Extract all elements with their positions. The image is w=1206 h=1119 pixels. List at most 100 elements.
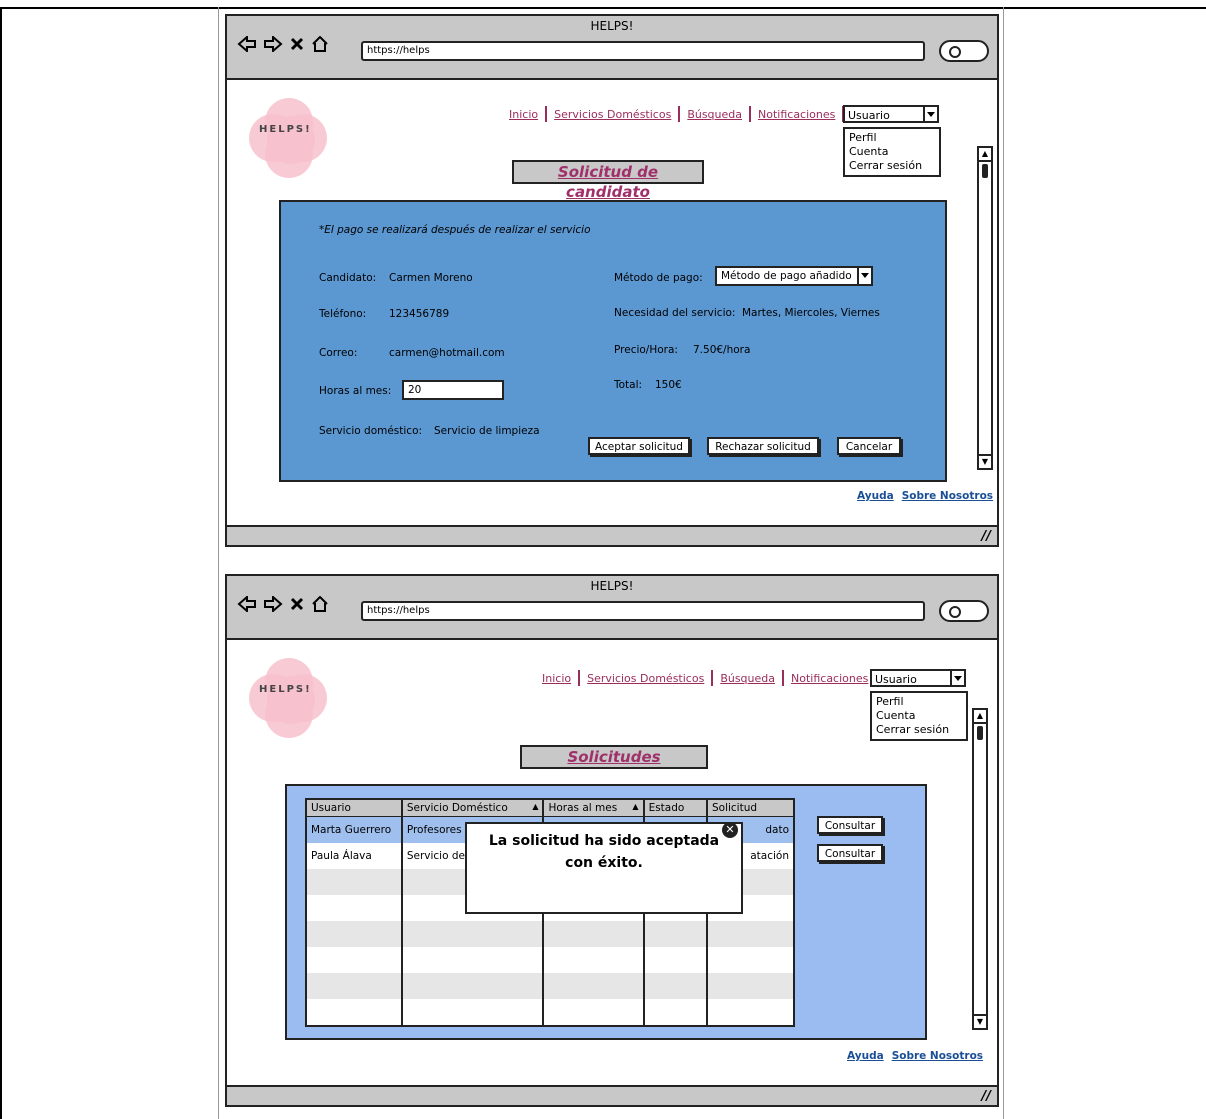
column-servicio[interactable]: Servicio Doméstico ▲ (400, 798, 544, 817)
logo-text: HELPS! (259, 684, 312, 695)
title-bar: HELPS! https://helps (227, 576, 997, 640)
table-row[interactable] (305, 999, 794, 1026)
need-label: Necesidad del servicio: (614, 307, 736, 319)
menu-item-perfil[interactable]: Perfil (849, 131, 935, 145)
helps-logo: HELPS! (249, 98, 335, 184)
popup-message: La solicitud ha sido aceptada con éxito. (488, 833, 720, 871)
phone-label: Teléfono: (319, 308, 367, 320)
scroll-up-icon[interactable]: ▲ (974, 710, 986, 724)
nav-inicio[interactable]: Inicio (509, 108, 538, 121)
table-row[interactable] (305, 973, 794, 999)
hours-label: Horas al mes: (319, 385, 392, 397)
footer-links: Ayuda Sobre Nosotros (839, 1050, 983, 1062)
consult-button-row2[interactable]: Consultar (817, 844, 883, 862)
scroll-thumb[interactable] (982, 164, 988, 178)
frame-mid-line-right (1003, 7, 1004, 1119)
logo-text: HELPS! (259, 124, 312, 135)
close-icon[interactable]: ✕ (722, 822, 738, 838)
frame-mid-line (218, 7, 219, 1119)
chevron-down-icon (857, 268, 871, 284)
stop-icon[interactable] (289, 36, 305, 52)
help-link[interactable]: Ayuda (857, 490, 894, 502)
candidate-panel: *El pago se realizará después de realiza… (279, 200, 947, 482)
helps-logo: HELPS! (249, 658, 335, 744)
nav-icons (237, 596, 329, 612)
column-solicitud[interactable]: Solicitud (705, 798, 795, 817)
candidate-label: Candidato: (319, 272, 377, 284)
user-dropdown[interactable]: Usuario (843, 105, 939, 123)
nav-icons (237, 36, 329, 52)
column-usuario[interactable]: Usuario (305, 798, 403, 817)
page-scrollbar[interactable]: ▲ ▼ (972, 708, 988, 1030)
browser-window-requests: HELPS! https://helps HELPS! Inicio Servi… (225, 574, 999, 1107)
frame-top-line (0, 7, 1206, 9)
user-dropdown[interactable]: Usuario (870, 669, 966, 687)
nav-servicios-domesticos[interactable]: Servicios Domésticos (587, 672, 704, 685)
page-scrollbar[interactable]: ▲ ▼ (977, 146, 993, 470)
scroll-down-icon[interactable]: ▼ (974, 1014, 986, 1028)
menu-item-perfil[interactable]: Perfil (876, 695, 962, 709)
nav-busqueda[interactable]: Búsqueda (720, 672, 775, 685)
menu-item-cuenta[interactable]: Cuenta (876, 709, 962, 723)
scroll-thumb[interactable] (977, 726, 983, 740)
payment-method-select[interactable]: Método de pago añadido (715, 266, 873, 286)
forward-icon[interactable] (263, 36, 283, 52)
consult-button-row1[interactable]: Consultar (817, 816, 883, 834)
resize-handle-icon[interactable]: // (982, 1089, 992, 1104)
back-icon[interactable] (237, 36, 257, 52)
user-menu: Perfil Cuenta Cerrar sesión (870, 691, 968, 741)
url-bar[interactable]: https://helps (361, 41, 925, 61)
status-bar: // (227, 1085, 997, 1105)
window-title: HELPS! (590, 579, 634, 593)
table-row[interactable] (305, 921, 794, 947)
stop-icon[interactable] (289, 596, 305, 612)
requests-panel: Usuario Servicio Doméstico ▲ Horas al mes… (285, 784, 927, 1040)
sort-up-icon[interactable]: ▲ (632, 802, 638, 811)
nav-inicio[interactable]: Inicio (542, 672, 571, 685)
sort-up-icon[interactable]: ▲ (532, 802, 538, 811)
menu-item-cerrar-sesion[interactable]: Cerrar sesión (849, 159, 935, 173)
about-link[interactable]: Sobre Nosotros (902, 490, 993, 502)
success-popup: La solicitud ha sido aceptada con éxito. (465, 822, 743, 914)
user-menu: Perfil Cuenta Cerrar sesión (843, 127, 941, 177)
total-label: Total: (614, 379, 643, 391)
hours-input[interactable]: 20 (402, 380, 504, 400)
cancel-button[interactable]: Cancelar (837, 437, 901, 455)
help-link[interactable]: Ayuda (847, 1050, 884, 1062)
nav-notificaciones[interactable]: Notificaciones (791, 672, 868, 685)
service-label: Servicio doméstico: (319, 425, 423, 437)
nav-busqueda[interactable]: Búsqueda (687, 108, 742, 121)
forward-icon[interactable] (263, 596, 283, 612)
menu-item-cuenta[interactable]: Cuenta (849, 145, 935, 159)
main-nav: Inicio Servicios Domésticos Búsqueda Not… (509, 106, 851, 122)
back-icon[interactable] (237, 596, 257, 612)
cell-usuario: Paula Álava (305, 843, 402, 869)
frame-left-line (0, 7, 2, 1119)
nav-notificaciones[interactable]: Notificaciones (758, 108, 835, 121)
payment-method-value: Método de pago añadido (721, 270, 852, 282)
status-bar: // (227, 525, 997, 545)
resize-handle-icon[interactable]: // (982, 529, 992, 544)
about-link[interactable]: Sobre Nosotros (892, 1050, 983, 1062)
scroll-down-icon[interactable]: ▼ (979, 454, 991, 468)
table-row[interactable] (305, 947, 794, 973)
search-icon[interactable] (939, 40, 989, 62)
chevron-down-icon (950, 671, 964, 685)
footer-links: Ayuda Sobre Nosotros (849, 490, 993, 502)
url-bar[interactable]: https://helps (361, 601, 925, 621)
home-icon[interactable] (311, 36, 329, 52)
page-title: Solicitud de candidato (512, 160, 704, 201)
service-value: Servicio de limpieza (434, 425, 540, 437)
scroll-up-icon[interactable]: ▲ (979, 148, 991, 162)
main-nav: Inicio Servicios Domésticos Búsqueda Not… (542, 670, 884, 686)
accept-request-button[interactable]: Aceptar solicitud (588, 437, 690, 455)
email-label: Correo: (319, 347, 358, 359)
search-icon[interactable] (939, 600, 989, 622)
menu-item-cerrar-sesion[interactable]: Cerrar sesión (876, 723, 962, 737)
column-estado[interactable]: Estado (642, 798, 708, 817)
price-value: 7.50€/hora (693, 344, 751, 356)
reject-request-button[interactable]: Rechazar solicitud (707, 437, 819, 455)
nav-servicios-domesticos[interactable]: Servicios Domésticos (554, 108, 671, 121)
home-icon[interactable] (311, 596, 329, 612)
column-horas[interactable]: Horas al mes ▲ (542, 798, 645, 817)
